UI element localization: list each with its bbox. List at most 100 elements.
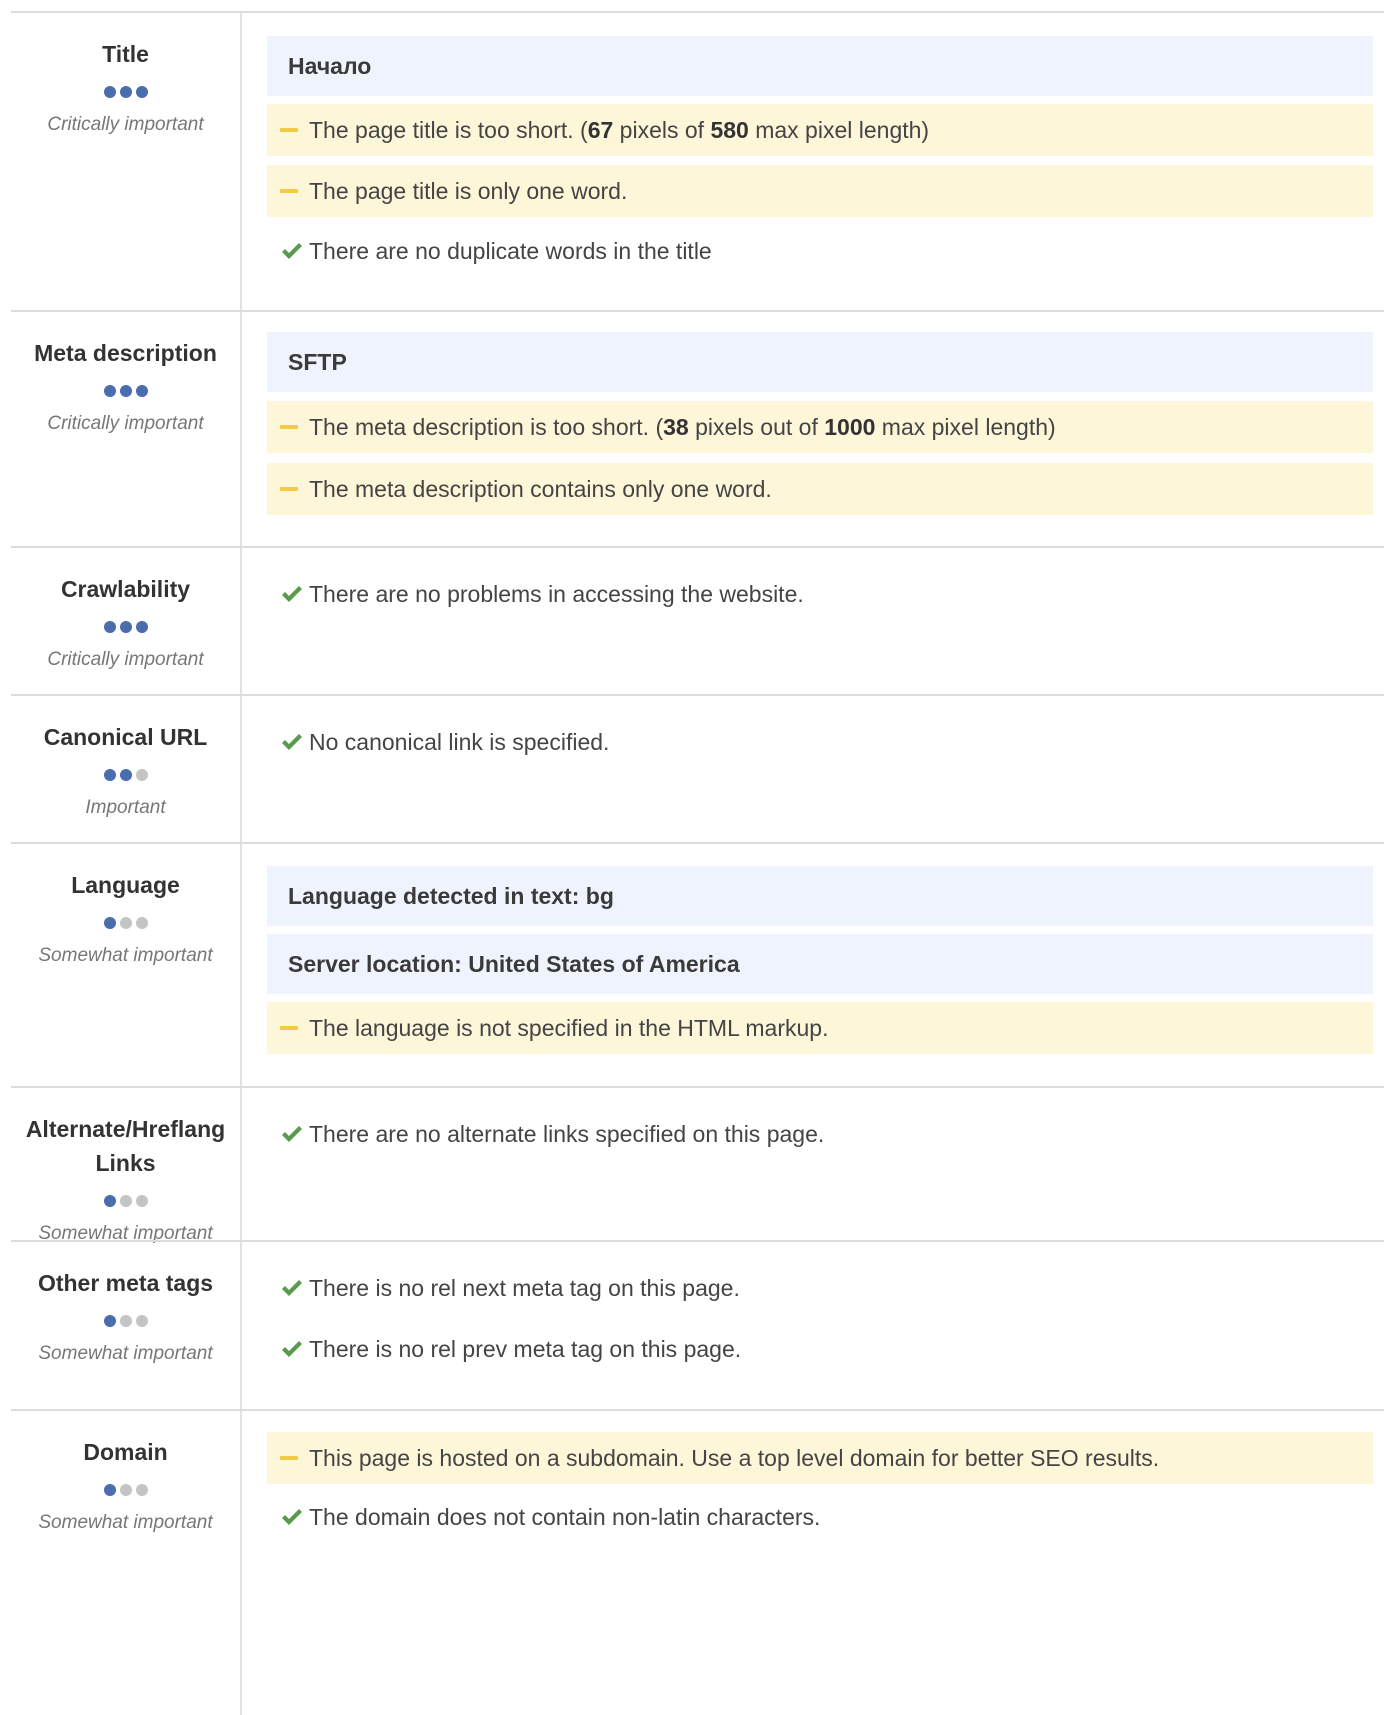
- section-title: Title: [102, 41, 149, 67]
- importance-dot: [103, 620, 116, 633]
- warning-item: This page is hosted on a subdomain. Use …: [267, 1432, 1373, 1484]
- result-text: There is no rel next meta tag on this pa…: [309, 1275, 740, 1301]
- check-icon: [282, 586, 302, 602]
- importance-dot: [135, 85, 148, 98]
- report-section-other-meta-tags: Other meta tags Somewhat important There i…: [11, 1240, 1384, 1409]
- warning-dash-icon: [280, 165, 302, 217]
- section-title: Other meta tags: [37, 1270, 214, 1296]
- importance-label: Somewhat important: [38, 1343, 213, 1364]
- section-title: Domain: [83, 1439, 168, 1465]
- dash-mark: [280, 128, 298, 132]
- info-box: Начало: [267, 36, 1373, 96]
- check-icon: [282, 243, 302, 259]
- checkmark-icon: [280, 722, 302, 762]
- importance-dots: [11, 620, 240, 634]
- importance-label: Critically important: [47, 114, 204, 135]
- info-box: SFTP: [267, 332, 1373, 392]
- warning-dash-icon: [280, 104, 302, 156]
- passed-item: There is no rel prev meta tag on this pa…: [267, 1329, 1373, 1369]
- importance-dot: [135, 916, 148, 929]
- importance-dot: [135, 1483, 148, 1496]
- passed-item: There are no alternate links specified o…: [267, 1114, 1373, 1154]
- result-text: There are no problems in accessing the w…: [309, 581, 804, 607]
- result-text: There are no alternate links specified o…: [309, 1121, 825, 1147]
- section-title: Meta description: [34, 340, 217, 366]
- report-section-language: Language Somewhat important Language detec…: [11, 842, 1384, 1086]
- importance-dot: [135, 1314, 148, 1327]
- result-number: 38: [663, 414, 689, 440]
- result-text: There are no duplicate words in the titl…: [309, 238, 712, 264]
- section-title: Canonical URL: [43, 724, 208, 750]
- checkmark-icon: [280, 231, 302, 271]
- info-box: Language detected in text: bg: [267, 866, 1373, 926]
- warning-item: The meta description contains only one w…: [267, 463, 1373, 515]
- importance-label: Critically important: [47, 649, 204, 670]
- passed-item: No canonical link is specified.: [267, 722, 1373, 762]
- section-title: Alternate/Hreflang Links: [11, 1112, 240, 1180]
- importance-dot: [103, 768, 116, 781]
- result-number: 580: [710, 117, 749, 143]
- section-header: Crawlability Critically important: [11, 548, 242, 694]
- importance-label: Critically important: [47, 413, 204, 434]
- result-text-part: pixels of: [613, 117, 711, 143]
- result-text: The domain does not contain non-latin ch…: [309, 1504, 821, 1530]
- checkmark-icon: [280, 1268, 302, 1308]
- importance-dot: [119, 1194, 132, 1207]
- passed-item: There are no duplicate words in the titl…: [267, 231, 1373, 271]
- importance-dots: [11, 768, 240, 782]
- importance-dot: [119, 1314, 132, 1327]
- result-text: This page is hosted on a subdomain. Use …: [309, 1445, 1160, 1471]
- importance-dot: [135, 768, 148, 781]
- importance-dot: [119, 85, 132, 98]
- importance-dots: [11, 85, 240, 99]
- importance-dots: [11, 1194, 240, 1208]
- result-text: The meta description is too short. (38 p…: [309, 414, 1056, 440]
- warning-dash-icon: [280, 1432, 302, 1484]
- checkmark-icon: [280, 1497, 302, 1537]
- report-section-alternate-hreflang-links: Alternate/Hreflang Links Somewhat importan…: [11, 1086, 1384, 1244]
- importance-dot: [119, 384, 132, 397]
- report-section-domain: Domain Somewhat important This page is hos…: [11, 1409, 1384, 1715]
- section-header: Language Somewhat important: [11, 844, 242, 1086]
- check-icon: [282, 1280, 302, 1296]
- warning-dash-icon: [280, 1002, 302, 1054]
- checkmark-icon: [280, 1114, 302, 1154]
- section-header: Alternate/Hreflang Links Somewhat importan…: [11, 1088, 242, 1244]
- result-text-part: max pixel length): [748, 117, 930, 143]
- check-icon: [282, 1341, 302, 1357]
- result-text-part: max pixel length): [875, 414, 1056, 440]
- section-title: Crawlability: [60, 576, 191, 602]
- dash-mark: [280, 1026, 298, 1030]
- dash-mark: [280, 189, 298, 193]
- section-header: Domain Somewhat important: [11, 1411, 242, 1715]
- importance-dot: [103, 384, 116, 397]
- importance-dots: [11, 1483, 240, 1497]
- result-number: 67: [587, 117, 614, 143]
- importance-dots: [11, 916, 240, 930]
- warning-item: The page title is only one word.: [267, 165, 1373, 217]
- section-title-line: Alternate/Hreflang: [25, 1116, 226, 1142]
- importance-dot: [119, 916, 132, 929]
- result-text-part: The meta description is too short. (: [309, 414, 664, 440]
- warning-item: The page title is too short. (67 pixels …: [267, 104, 1373, 156]
- importance-dots: [11, 384, 240, 398]
- section-header: Other meta tags Somewhat important: [11, 1242, 242, 1409]
- section-header: Canonical URL Important: [11, 696, 242, 842]
- result-text-part: The page title is too short. (: [309, 117, 588, 143]
- importance-dot: [135, 384, 148, 397]
- report-section-canonical-url: Canonical URL Important No canonical link …: [11, 694, 1384, 842]
- result-number: 1000: [824, 414, 876, 440]
- section-header: Meta description Critically important: [11, 312, 242, 546]
- checkmark-icon: [280, 1329, 302, 1369]
- section-title-line: Links: [95, 1150, 156, 1176]
- importance-dot: [119, 768, 132, 781]
- result-text: The meta description contains only one w…: [309, 476, 772, 502]
- dash-mark: [280, 487, 298, 491]
- result-text: The language is not specified in the HTM…: [309, 1015, 829, 1041]
- importance-dot: [135, 1194, 148, 1207]
- result-text: Language detected in text: bg: [288, 883, 614, 909]
- importance-label: Important: [85, 797, 166, 818]
- passed-item: There is no rel next meta tag on this pa…: [267, 1268, 1373, 1308]
- section-title: Language: [71, 872, 180, 898]
- importance-dot: [103, 1194, 116, 1207]
